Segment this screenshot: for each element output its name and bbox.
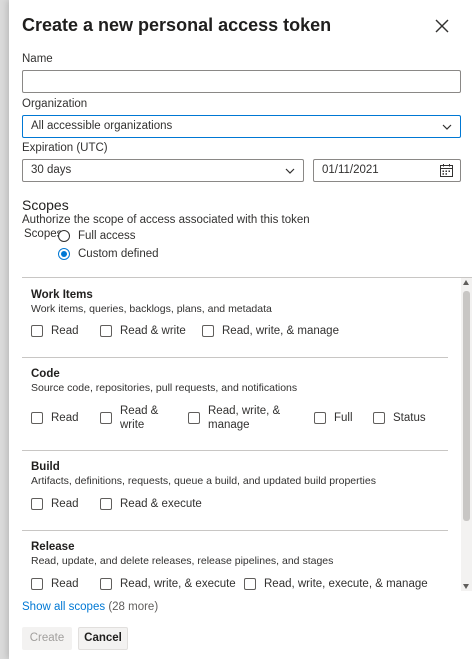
scopes-list[interactable]: Work Items Work items, queries, backlogs… xyxy=(22,277,472,591)
checkbox-work-items-manage[interactable]: Read, write, & manage xyxy=(202,324,339,338)
show-all-scopes-link[interactable]: Show all scopes xyxy=(22,601,105,613)
organization-value: All accessible organizations xyxy=(31,120,173,132)
radio-custom-defined[interactable]: Custom defined xyxy=(58,248,159,260)
background-page xyxy=(0,0,9,659)
show-all-scopes-count: (28 more) xyxy=(108,601,159,613)
dialog-title: Create a new personal access token xyxy=(22,15,332,35)
radio-full-access[interactable]: Full access xyxy=(58,230,136,242)
expiration-select[interactable]: 30 days xyxy=(22,159,304,182)
checkbox-label: Read & write xyxy=(120,325,186,337)
section-title: Release xyxy=(31,541,75,553)
radio-custom-defined-label: Custom defined xyxy=(78,248,159,260)
checkbox-build-read[interactable]: Read xyxy=(31,497,79,511)
checkbox-label: Read, write, & manage xyxy=(222,325,339,337)
checkbox-box[interactable] xyxy=(314,412,326,424)
scopes-heading: Scopes xyxy=(22,197,69,213)
section-title: Work Items xyxy=(31,289,93,301)
radio-circle[interactable] xyxy=(58,230,70,242)
checkbox-code-full[interactable]: Full xyxy=(314,411,353,425)
organization-label: Organization xyxy=(22,98,88,110)
scopes-description: Authorize the scope of access associated… xyxy=(22,214,310,226)
checkbox-work-items-read[interactable]: Read xyxy=(31,324,79,338)
checkbox-box[interactable] xyxy=(100,412,112,424)
section-divider xyxy=(22,357,448,358)
scroll-up-icon[interactable] xyxy=(463,280,469,285)
checkbox-label: Read, write, & manage xyxy=(208,405,281,431)
expiration-date-input[interactable]: 01/11/2021 xyxy=(313,159,461,182)
checkbox-box[interactable] xyxy=(188,412,200,424)
expiration-label: Expiration (UTC) xyxy=(22,142,108,154)
checkbox-label: Read xyxy=(51,578,79,590)
checkbox-box[interactable] xyxy=(31,325,43,337)
cancel-button[interactable]: Cancel xyxy=(78,627,128,650)
checkbox-label: Read & execute xyxy=(120,498,202,510)
checkbox-label: Read & write xyxy=(120,405,159,431)
checkbox-label: Read xyxy=(51,498,79,510)
section-title: Build xyxy=(31,461,60,473)
name-label: Name xyxy=(22,53,53,65)
checkbox-code-status[interactable]: Status xyxy=(373,411,426,425)
section-title: Code xyxy=(31,368,60,380)
scopes-scrollbar[interactable] xyxy=(461,278,472,591)
chevron-down-icon xyxy=(285,168,295,174)
checkbox-label: Read xyxy=(51,325,79,337)
create-button[interactable]: Create xyxy=(22,627,72,650)
organization-select[interactable]: All accessible organizations xyxy=(22,115,461,138)
checkbox-box[interactable] xyxy=(31,578,43,590)
checkbox-box[interactable] xyxy=(100,325,112,337)
checkbox-box[interactable] xyxy=(100,578,112,590)
scroll-down-icon[interactable] xyxy=(463,584,469,589)
checkbox-release-read-write-execute[interactable]: Read, write, & execute xyxy=(100,577,236,591)
expiration-date-value: 01/11/2021 xyxy=(322,164,379,176)
checkbox-release-manage[interactable]: Read, write, execute, & manage xyxy=(244,577,428,591)
radio-circle-selected[interactable] xyxy=(58,248,70,260)
section-description: Read, update, and delete releases, relea… xyxy=(31,555,334,567)
chevron-down-icon xyxy=(442,124,452,130)
close-icon[interactable] xyxy=(433,17,451,35)
checkbox-code-manage[interactable]: Read, write, & manage xyxy=(188,404,300,432)
checkbox-label: Read xyxy=(51,412,79,424)
checkbox-label: Status xyxy=(393,412,426,424)
expiration-value: 30 days xyxy=(31,164,72,176)
show-all-scopes: Show all scopes (28 more) xyxy=(22,601,158,613)
calendar-icon[interactable] xyxy=(440,164,453,177)
checkbox-code-read[interactable]: Read xyxy=(31,411,79,425)
section-description: Source code, repositories, pull requests… xyxy=(31,382,298,394)
checkbox-box[interactable] xyxy=(100,498,112,510)
create-token-panel: Create a new personal access token Name … xyxy=(9,0,474,659)
checkbox-release-read[interactable]: Read xyxy=(31,577,79,591)
checkbox-box[interactable] xyxy=(202,325,214,337)
checkbox-box[interactable] xyxy=(31,412,43,424)
section-description: Artifacts, definitions, requests, queue … xyxy=(31,475,376,487)
checkbox-box[interactable] xyxy=(244,578,256,590)
checkbox-label: Full xyxy=(334,412,353,424)
scrollbar-thumb[interactable] xyxy=(463,291,470,521)
section-description: Work items, queries, backlogs, plans, an… xyxy=(31,303,272,315)
radio-full-access-label: Full access xyxy=(78,230,136,242)
checkbox-box[interactable] xyxy=(31,498,43,510)
checkbox-label: Read, write, execute, & manage xyxy=(264,578,428,590)
checkbox-box[interactable] xyxy=(373,412,385,424)
section-divider xyxy=(22,450,448,451)
checkbox-build-read-execute[interactable]: Read & execute xyxy=(100,497,202,511)
section-divider xyxy=(22,530,448,531)
checkbox-work-items-read-write[interactable]: Read & write xyxy=(100,324,186,338)
checkbox-code-read-write[interactable]: Read & write xyxy=(100,404,170,432)
name-input[interactable] xyxy=(22,70,461,93)
scopes-label: Scopes xyxy=(24,228,63,240)
checkbox-label: Read, write, & execute xyxy=(120,578,236,590)
